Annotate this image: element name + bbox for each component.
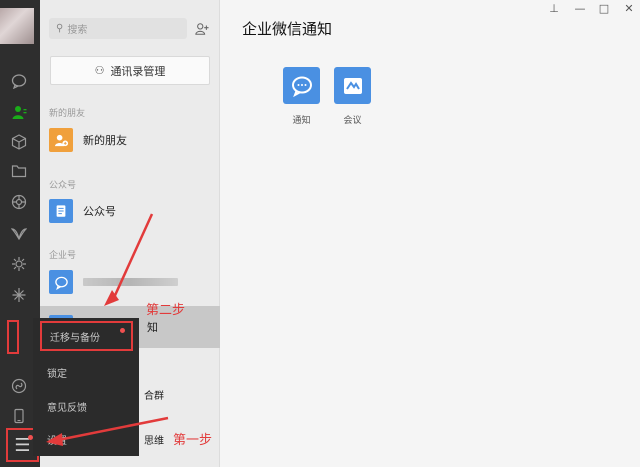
pin-icon[interactable]: ⊥ xyxy=(547,2,561,15)
official-accounts-name: 公众号 xyxy=(83,205,116,218)
meeting-icon xyxy=(343,77,362,94)
menu-item-settings-label: 设置 xyxy=(47,435,67,447)
official-account-icon xyxy=(49,199,73,223)
section-label-enterprise: 企业号 xyxy=(49,251,77,261)
channels-icon[interactable] xyxy=(8,223,30,245)
menu-item-lock[interactable]: 锁定 xyxy=(33,355,139,389)
app-meeting[interactable] xyxy=(334,67,371,104)
menu-item-migrate-backup-label: 迁移与备份 xyxy=(50,332,100,344)
phone-icon[interactable] xyxy=(8,405,30,427)
menu-item-feedback[interactable]: 意见反馈 xyxy=(33,389,139,423)
search-discover-icon[interactable] xyxy=(8,253,30,275)
chat-bubble-icon xyxy=(291,76,312,97)
list-item-official-accounts[interactable]: 公众号 xyxy=(40,191,220,231)
annotation-step1: 第一步 xyxy=(173,433,213,448)
list-item-new-friends[interactable]: 新的朋友 xyxy=(40,120,220,160)
enterprise-notice-name-tail: 知 xyxy=(147,321,158,334)
folder-icon[interactable] xyxy=(8,160,30,182)
notification-dot xyxy=(120,328,125,333)
partial-row-2: 思维 xyxy=(144,436,164,447)
annotation-step2: 第二步 xyxy=(146,303,186,318)
section-label-new-friends: 新的朋友 xyxy=(49,109,86,119)
section-label-official: 公众号 xyxy=(49,181,77,191)
person-icon: ⚇ xyxy=(94,64,105,77)
list-item-enterprise[interactable] xyxy=(40,262,220,302)
avatar[interactable] xyxy=(0,8,34,44)
partial-row-1: 合群 xyxy=(144,391,164,402)
favorites-icon[interactable] xyxy=(8,131,30,153)
close-icon[interactable]: ✕ xyxy=(622,2,636,15)
page-title: 企业微信通知 xyxy=(242,20,333,38)
menu-item-feedback-label: 意见反馈 xyxy=(47,402,87,414)
main-panel: 企业微信通知 ⊥ — □ ✕ 通知 会议 xyxy=(221,0,640,467)
menu-item-lock-label: 锁定 xyxy=(47,368,67,380)
menu-item-settings[interactable]: 设置 xyxy=(33,422,139,456)
search-icon: ⚲ xyxy=(56,23,64,34)
app-notice-label: 通知 xyxy=(292,116,311,126)
wechat-window: ☰ ⚲ 搜索 ⚇ 通讯录管理 新的朋友 新的朋友 公众号 公众号 企业号 知 合… xyxy=(0,0,640,467)
maximize-icon[interactable]: □ xyxy=(597,2,611,15)
menu-item-migrate-backup[interactable]: 迁移与备份 xyxy=(40,321,133,351)
app-meeting-label: 会议 xyxy=(343,116,362,126)
minimize-icon[interactable]: — xyxy=(573,2,587,15)
add-friend-icon[interactable] xyxy=(192,18,212,39)
new-friends-name: 新的朋友 xyxy=(83,134,127,147)
contacts-manage-button[interactable]: ⚇ 通讯录管理 xyxy=(50,56,210,85)
contacts-icon[interactable] xyxy=(8,101,30,123)
contacts-manage-label: 通讯录管理 xyxy=(110,64,166,78)
blurred-name xyxy=(83,278,178,286)
miniprogram-panel-icon[interactable] xyxy=(8,375,30,397)
search-placeholder: 搜索 xyxy=(67,25,88,36)
app-notice[interactable] xyxy=(283,67,320,104)
chat-icon[interactable] xyxy=(8,70,30,92)
search-input[interactable]: ⚲ 搜索 xyxy=(49,18,187,39)
miniprogram-icon[interactable] xyxy=(8,284,30,306)
new-friend-icon xyxy=(49,128,73,152)
moments-icon[interactable] xyxy=(8,191,30,213)
enterprise-chat-icon xyxy=(49,270,73,294)
